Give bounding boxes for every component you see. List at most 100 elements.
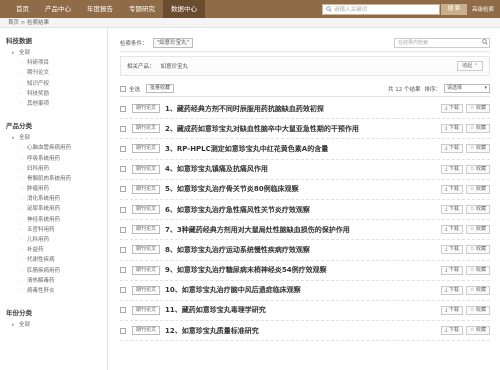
sidebar-item[interactable]: ◦ 妇科用药 — [12, 164, 107, 174]
nav-annual-report[interactable]: 年度报告 — [79, 0, 121, 18]
result-title-link[interactable]: 12、如意珍宝丸质量标准研究 — [165, 326, 259, 336]
sidebar-item[interactable]: ◦ 科技奖励 — [12, 89, 107, 99]
star-icon: ☆ — [469, 327, 475, 334]
result-title-link[interactable]: 7、3种藏药经典方剂用对大鼠局灶性脑缺血损伤的保护作用 — [165, 225, 350, 235]
download-icon: ⤓ — [445, 266, 448, 273]
result-type-tag: 期刊论文 — [132, 245, 161, 255]
sidebar-item-label: 科技奖励 — [27, 90, 50, 97]
result-title-link[interactable]: 3、RP-HPLC测定如意珍宝丸中红花黄色素A的含量 — [165, 144, 328, 154]
result-title-link[interactable]: 9、如意珍宝丸治疗糖尿病末梢神经炎54例疗效观察 — [165, 265, 327, 275]
result-checkbox[interactable] — [120, 327, 126, 334]
sidebar-item[interactable]: ◦ 科研项目 — [12, 58, 107, 68]
related-product-link[interactable]: 如意珍宝丸 — [161, 62, 189, 70]
sidebar-item[interactable]: ◦ 呼吸系统用药 — [12, 154, 107, 164]
result-checkbox[interactable] — [120, 145, 126, 152]
collect-button[interactable]: ☆ 收藏 — [465, 225, 490, 235]
sidebar-item[interactable]: ◦ 泌尿系统用药 — [12, 204, 107, 214]
result-actions: ⤓ 下载 ☆ 收藏 — [438, 225, 490, 235]
collect-button[interactable]: ☆ 收藏 — [465, 265, 490, 275]
sidebar-item[interactable]: ▸ 全部 — [12, 320, 107, 330]
download-button[interactable]: ⤓ 下载 — [441, 184, 463, 194]
search-input[interactable]: 请输入关键词 — [321, 3, 440, 15]
result-checkbox[interactable] — [120, 206, 126, 213]
search-within-input[interactable]: 在结果内检索 — [394, 37, 490, 48]
result-title-link[interactable]: 6、如意珍宝丸治疗急性痛风性关节炎疗效观察 — [165, 205, 310, 215]
download-button[interactable]: ⤓ 下载 — [441, 124, 463, 134]
collect-button[interactable]: ☆ 收藏 — [465, 164, 490, 174]
result-checkbox[interactable] — [120, 186, 126, 193]
collect-button[interactable]: ☆ 收藏 — [465, 326, 490, 336]
sidebar-item[interactable]: ◦ 心脑血管疾病用药 — [12, 143, 107, 153]
download-button[interactable]: ⤓ 下载 — [441, 285, 463, 295]
download-button[interactable]: ⤓ 下载 — [441, 326, 463, 336]
download-button[interactable]: ⤓ 下载 — [441, 305, 463, 315]
result-actions: ⤓ 下载 ☆ 收藏 — [438, 245, 490, 255]
sidebar-item-label: 科研项目 — [27, 60, 50, 67]
result-checkbox[interactable] — [120, 105, 126, 112]
result-title-link[interactable]: 11、藏药如意珍宝丸毒理学研究 — [165, 305, 266, 315]
collect-button[interactable]: ☆ 收藏 — [465, 124, 490, 134]
collect-button[interactable]: ☆ 收藏 — [465, 104, 490, 114]
result-checkbox[interactable] — [120, 226, 126, 233]
sidebar-list: ▸ 全部 ◦ 科研项目 ◦ 期刊论文 ◦ 知识产权 ◦ 科技奖励 ◦ 其他事项 — [0, 48, 107, 109]
sidebar-item[interactable]: ◦ 其他事项 — [12, 99, 107, 109]
result-title-link[interactable]: 4、如意珍宝丸镇痛及抗痛风作用 — [165, 164, 268, 174]
collect-button[interactable]: ☆ 收藏 — [465, 205, 490, 215]
result-title-link[interactable]: 8、如意珍宝丸治疗运动系统慢性疾病疗效观察 — [165, 245, 310, 255]
search-button[interactable]: 搜 索 — [440, 3, 467, 15]
search-icon[interactable] — [480, 38, 489, 47]
collect-button[interactable]: ☆ 收藏 — [465, 285, 490, 295]
collect-button[interactable]: ☆ 收藏 — [465, 245, 490, 255]
download-button[interactable]: ⤓ 下载 — [441, 144, 463, 154]
sidebar-item[interactable]: ◦ 消化系统用药 — [12, 194, 107, 204]
download-button[interactable]: ⤓ 下载 — [441, 225, 463, 235]
sidebar-item[interactable]: ◦ 五官科用药 — [12, 225, 107, 235]
sort-select[interactable]: 请选择 ▾ — [444, 84, 490, 93]
sidebar-item[interactable]: ◦ 肛肠疾病用药 — [12, 266, 107, 276]
download-button[interactable]: ⤓ 下载 — [441, 164, 463, 174]
nav-products[interactable]: 产品中心 — [37, 0, 79, 18]
result-checkbox[interactable] — [120, 166, 126, 173]
result-title-link[interactable]: 10、如意珍宝丸治疗脑中风后遗症临床观察 — [165, 285, 301, 295]
batch-collect-button[interactable]: 批量收藏 — [146, 84, 175, 93]
condition-tag[interactable]: "如意珍宝丸" — [152, 37, 194, 48]
result-title-link[interactable]: 5、如意珍宝丸治疗骨关节炎80例临床观察 — [165, 184, 299, 194]
result-checkbox[interactable] — [120, 287, 126, 294]
result-checkbox[interactable] — [120, 125, 126, 132]
collect-button[interactable]: ☆ 收藏 — [465, 305, 490, 315]
collect-button[interactable]: ☆ 收藏 — [465, 184, 490, 194]
sidebar-item[interactable]: ◦ 补益药 — [12, 245, 107, 255]
result-checkbox[interactable] — [120, 267, 126, 274]
nav-home[interactable]: 首页 — [8, 0, 37, 18]
sidebar-item[interactable]: ◦ 清热解毒药 — [12, 276, 107, 286]
result-checkbox[interactable] — [120, 307, 126, 314]
sidebar-item[interactable]: ▸ 全部 — [12, 48, 107, 58]
sidebar-item[interactable]: ◦ 肿瘤用药 — [12, 184, 107, 194]
collect-button[interactable]: ☆ 收藏 — [465, 144, 490, 154]
result-checkbox[interactable] — [120, 246, 126, 253]
download-button[interactable]: ⤓ 下载 — [441, 205, 463, 215]
sidebar-item[interactable]: ◦ 代谢性疾病 — [12, 255, 107, 265]
result-type-tag: 期刊论文 — [132, 326, 161, 336]
download-button[interactable]: ⤓ 下载 — [441, 245, 463, 255]
sidebar-item[interactable]: ▸ 全部 — [12, 133, 107, 143]
download-button[interactable]: ⤓ 下载 — [441, 104, 463, 114]
download-label: 下载 — [448, 306, 459, 313]
result-type-tag: 期刊论文 — [132, 104, 161, 114]
nav-data-center[interactable]: 数据中心 — [163, 0, 205, 18]
sidebar-item[interactable]: ◦ 儿科用药 — [12, 235, 107, 245]
download-button[interactable]: ⤓ 下载 — [441, 265, 463, 275]
result-title-link[interactable]: 2、藏成药如意珍宝丸对缺血性脑卒中大鼠亚急性期的干预作用 — [165, 124, 359, 134]
advanced-search-link[interactable]: 高级检索 — [472, 5, 494, 13]
sidebar-item[interactable]: ◦ 病毒性肝炎 — [12, 286, 107, 296]
sidebar-list: ▸ 全部 — [0, 320, 107, 330]
collapse-button[interactable]: 收起 ⌃ — [457, 61, 483, 71]
sidebar-item[interactable]: ◦ 知识产权 — [12, 79, 107, 89]
select-all-checkbox[interactable] — [120, 85, 126, 92]
download-icon: ⤓ — [445, 327, 448, 334]
sidebar-item[interactable]: ◦ 期刊论文 — [12, 68, 107, 78]
result-title-link[interactable]: 1、藏药经典方剂不同时辰服用药抗脑缺血药效初探 — [165, 104, 324, 114]
sidebar-item[interactable]: ◦ 神经系统用药 — [12, 215, 107, 225]
sidebar-item[interactable]: ◦ 骨骼肌肉系统用药 — [12, 174, 107, 184]
nav-special-research[interactable]: 专题研究 — [121, 0, 163, 18]
